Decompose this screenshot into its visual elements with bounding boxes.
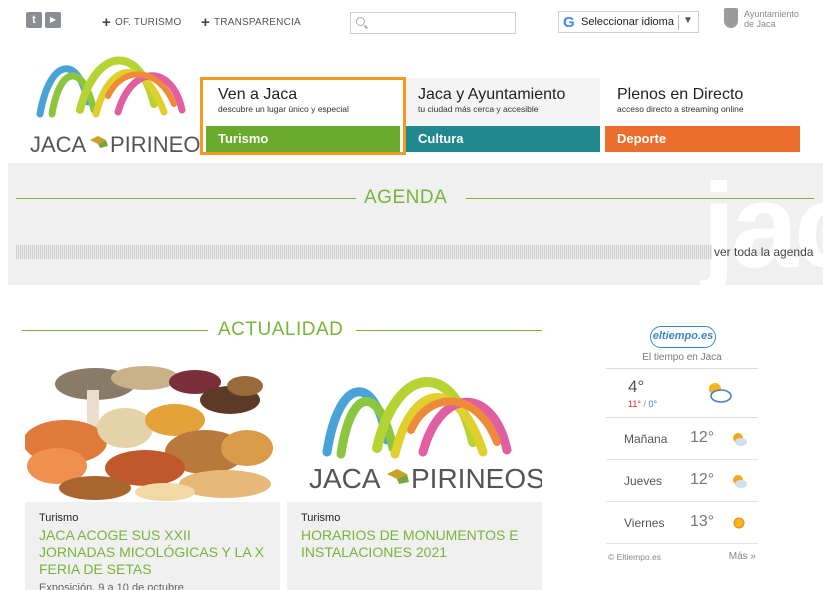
forecast-temp: 13° xyxy=(690,513,715,530)
actualidad-heading: ACTUALIDAD xyxy=(218,319,344,340)
search-icon[interactable] xyxy=(356,17,365,26)
forecast-temp: 12° xyxy=(690,471,715,488)
agenda-heading: AGENDA xyxy=(364,187,448,208)
menu-bar-cultura[interactable]: Cultura xyxy=(406,126,600,152)
forecast-day: Mañana xyxy=(624,432,668,446)
sun-icon xyxy=(730,514,748,537)
logo-text: JACA xyxy=(30,132,87,156)
language-select[interactable]: G Seleccionar idioma ▼ xyxy=(558,11,699,33)
svg-text:PIRINEOS: PIRINEOS xyxy=(411,463,542,494)
jaca-pirineos-image[interactable]: JACA PIRINEOS xyxy=(287,356,542,502)
language-select-label: Seleccionar idioma xyxy=(581,16,674,28)
jaca-pirineos-logo[interactable]: JACA PIRINEOS xyxy=(22,40,215,157)
forecast-row[interactable]: Mañana 12° xyxy=(606,418,758,460)
partly-cloudy-icon xyxy=(704,379,734,410)
actualidad-header: ACTUALIDAD xyxy=(22,318,542,344)
news-category: Turismo xyxy=(39,512,79,524)
agenda-section: jaca AGENDA ver toda la agenda xyxy=(8,163,823,285)
eltiempo-logo[interactable]: eltiempo.es xyxy=(650,326,716,348)
ayuntamiento-logo[interactable]: Ayuntamiento de Jaca xyxy=(724,8,819,34)
menu-subtitle: tu ciudad más cerca y accesible xyxy=(418,104,539,114)
weather-more-link[interactable]: Más » xyxy=(729,551,756,562)
forecast-row[interactable]: Jueves 12° xyxy=(606,460,758,502)
rainbow-arches-icon: JACA PIRINEOS xyxy=(30,56,215,157)
agenda-events-strip[interactable] xyxy=(16,245,712,259)
chevron-down-icon[interactable]: ▼ xyxy=(683,15,693,26)
news-card[interactable]: Turismo JACA ACOGE SUS XXII JORNADAS MIC… xyxy=(25,356,280,590)
news-card[interactable]: JACA PIRINEOS Turismo HORARIOS DE MONUME… xyxy=(287,356,542,590)
sun-cloud-icon xyxy=(730,430,748,453)
menu-bar-deporte[interactable]: Deporte xyxy=(605,126,800,152)
of-turismo-label: OF. TURISMO xyxy=(114,17,182,28)
twitter-icon[interactable]: t xyxy=(26,12,42,28)
plus-icon: + xyxy=(201,14,210,31)
ayuntamiento-line2: de Jaca xyxy=(744,19,776,29)
transparencia-link[interactable]: + TRANSPARENCIA xyxy=(201,14,301,31)
search-box xyxy=(350,12,516,34)
google-logo-icon: G xyxy=(563,14,575,31)
search-input[interactable] xyxy=(369,15,513,31)
mushrooms-image[interactable] xyxy=(25,356,280,502)
menu-title: Plenos en Directo xyxy=(617,86,744,103)
agenda-background-word: jaca xyxy=(702,163,823,285)
forecast-day: Jueves xyxy=(624,474,663,488)
divider xyxy=(22,330,208,331)
svg-text:JACA: JACA xyxy=(309,463,381,494)
youtube-icon[interactable]: ▶ xyxy=(45,12,61,28)
of-turismo-link[interactable]: + OF. TURISMO xyxy=(102,14,181,31)
menu-title: Ven a Jaca xyxy=(218,86,298,103)
current-temp: 4° xyxy=(628,377,645,396)
min-temp: 0° xyxy=(648,399,658,409)
menu-bar-turismo[interactable]: Turismo xyxy=(206,126,400,152)
news-subtitle: Exposición, 9 a 10 de octubre xyxy=(39,582,184,590)
forecast-temp: 12° xyxy=(690,429,715,446)
weather-credit[interactable]: © Eltiempo.es xyxy=(608,552,661,562)
forecast-row[interactable]: Viernes 13° xyxy=(606,502,758,544)
news-category: Turismo xyxy=(301,512,341,524)
plus-icon: + xyxy=(102,14,111,31)
menu-subtitle: descubre un lugar único y especial xyxy=(218,104,349,114)
menu-subtitle: acceso directo a streaming online xyxy=(617,104,744,114)
divider xyxy=(466,198,814,199)
weather-widget: eltiempo.es El tiempo en Jaca 4° 11° / 0… xyxy=(606,318,758,573)
forecast-day: Viernes xyxy=(624,516,665,530)
menu-plenos-en-directo[interactable]: Plenos en Directo acceso directo a strea… xyxy=(605,78,800,152)
menu-jaca-y-ayuntamiento[interactable]: Jaca y Ayuntamiento tu ciudad más cerca … xyxy=(406,78,600,152)
divider xyxy=(16,198,356,199)
news-title[interactable]: HORARIOS DE MONUMENTOS E INSTALACIONES 2… xyxy=(301,527,528,561)
top-bar: t ▶ + OF. TURISMO + TRANSPARENCIA G Selecc… xyxy=(0,0,823,40)
menu-ven-a-jaca[interactable]: Ven a Jaca descubre un lugar único y esp… xyxy=(206,78,400,152)
svg-text:PIRINEOS: PIRINEOS xyxy=(110,132,200,156)
coat-of-arms-icon xyxy=(724,8,738,28)
divider xyxy=(678,15,679,30)
ver-toda-la-agenda-link[interactable]: ver toda la agenda xyxy=(714,245,813,259)
menu-title: Jaca y Ayuntamiento xyxy=(418,86,566,103)
divider xyxy=(356,330,542,331)
news-title[interactable]: JACA ACOGE SUS XXII JORNADAS MICOLÓGICAS… xyxy=(39,527,266,578)
weather-now: 4° 11° / 0° xyxy=(606,368,758,418)
sun-cloud-icon xyxy=(730,472,748,495)
ayuntamiento-line1: Ayuntamiento xyxy=(744,9,799,19)
transparencia-label: TRANSPARENCIA xyxy=(213,17,301,28)
weather-caption: El tiempo en Jaca xyxy=(642,352,722,363)
max-temp: 11° xyxy=(628,399,641,409)
